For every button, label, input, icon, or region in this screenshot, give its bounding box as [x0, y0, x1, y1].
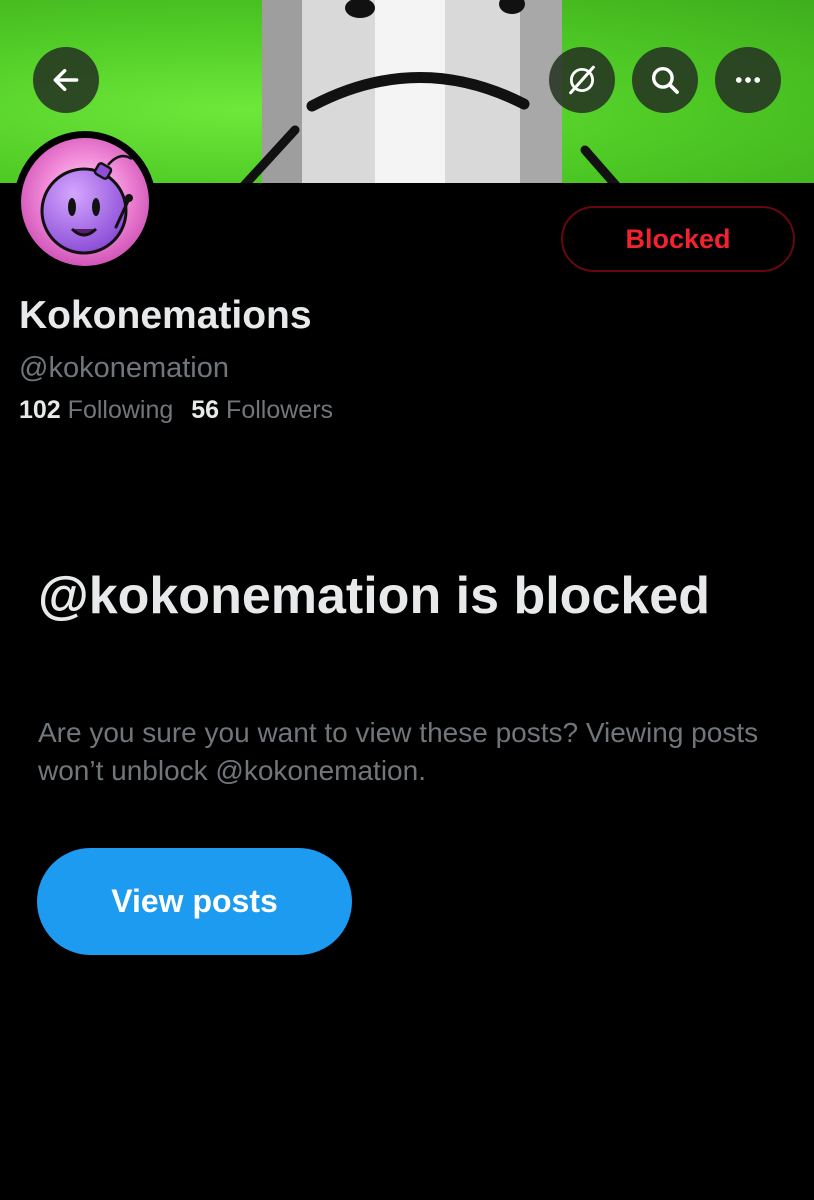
profile-stats: 102 Following 56 Followers: [19, 396, 333, 425]
user-handle: @kokonemation: [19, 352, 229, 384]
view-posts-button[interactable]: View posts: [37, 848, 352, 955]
followers-count: 56: [191, 396, 220, 424]
more-horizontal-icon: [735, 77, 761, 83]
following-label: Following: [67, 396, 174, 424]
search-icon: [651, 66, 679, 94]
blocked-button[interactable]: Blocked: [561, 206, 795, 272]
back-arrow-icon: [53, 68, 79, 92]
profile-avatar[interactable]: [14, 131, 156, 273]
search-button[interactable]: [632, 47, 698, 113]
followers-link[interactable]: 56 Followers: [191, 396, 333, 424]
blocked-heading: @kokonemation is blocked: [38, 567, 710, 625]
avatar-image: [21, 138, 149, 266]
following-count: 102: [19, 396, 61, 424]
back-button[interactable]: [33, 47, 99, 113]
blocked-description: Are you sure you want to view these post…: [38, 717, 759, 786]
followers-label: Followers: [226, 396, 334, 424]
following-link[interactable]: 102 Following: [19, 396, 173, 424]
more-button[interactable]: [715, 47, 781, 113]
grok-slash-circle-icon: [569, 65, 595, 95]
display-name: Kokonemations: [19, 294, 312, 337]
grok-button[interactable]: [549, 47, 615, 113]
